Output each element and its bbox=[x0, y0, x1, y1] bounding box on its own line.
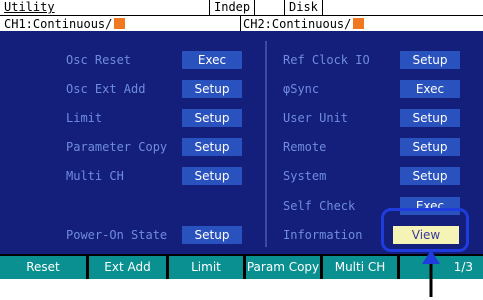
osc-ext-add-label: Osc Ext Add bbox=[66, 82, 146, 96]
ch2-status: CH2:Continuous/ bbox=[240, 16, 365, 32]
remote-setup-button[interactable]: Setup bbox=[400, 138, 460, 156]
limit-label: Limit bbox=[66, 111, 103, 125]
multi-ch-setup-button[interactable]: Setup bbox=[182, 167, 242, 185]
ch1-status-text: CH1:Continuous/ bbox=[4, 17, 113, 31]
softkey-bar: Reset Ext Add Limit Param Copy Multi CH … bbox=[0, 256, 483, 279]
pointer-arrow-icon bbox=[422, 250, 440, 297]
parameter-copy-setup-button[interactable]: Setup bbox=[182, 138, 242, 156]
osc-ext-add-setup-button[interactable]: Setup bbox=[182, 80, 242, 98]
title-bar: Utility Indep Disk bbox=[0, 0, 483, 15]
softkey-limit[interactable]: Limit bbox=[169, 256, 243, 279]
highlight-ring bbox=[381, 208, 469, 252]
user-unit-label: User Unit bbox=[283, 111, 349, 125]
channel-status-bar: CH1:Continuous/ CH2:Continuous/ bbox=[0, 15, 483, 32]
softkey-reset[interactable]: Reset bbox=[0, 256, 86, 279]
osc-reset-label: Osc Reset bbox=[66, 53, 132, 67]
phi-sync-label: φSync bbox=[283, 82, 320, 96]
osc-reset-exec-button[interactable]: Exec bbox=[182, 51, 242, 69]
power-on-state-label: Power-On State bbox=[66, 228, 168, 242]
ref-clock-io-setup-button[interactable]: Setup bbox=[400, 51, 460, 69]
column-divider bbox=[265, 41, 267, 247]
softkey-param-copy[interactable]: Param Copy bbox=[246, 256, 320, 279]
page-title: Utility bbox=[4, 0, 55, 14]
information-label: Information bbox=[283, 228, 363, 242]
power-on-state-setup-button[interactable]: Setup bbox=[182, 226, 242, 244]
ch1-indicator bbox=[114, 18, 126, 29]
ch2-status-text: CH2:Continuous/ bbox=[243, 17, 352, 31]
limit-setup-button[interactable]: Setup bbox=[182, 109, 242, 127]
self-check-label: Self Check bbox=[283, 199, 356, 213]
softkey-multi-ch[interactable]: Multi CH bbox=[323, 256, 397, 279]
softkey-ext-add[interactable]: Ext Add bbox=[89, 256, 166, 279]
parameter-copy-label: Parameter Copy bbox=[66, 140, 168, 154]
system-setup-button[interactable]: Setup bbox=[400, 167, 460, 185]
ref-clock-io-label: Ref Clock IO bbox=[283, 53, 370, 67]
tab-indep[interactable]: Indep bbox=[209, 0, 256, 15]
user-unit-setup-button[interactable]: Setup bbox=[400, 109, 460, 127]
phi-sync-exec-button[interactable]: Exec bbox=[400, 80, 460, 98]
remote-label: Remote bbox=[283, 140, 327, 154]
ch2-indicator bbox=[353, 18, 365, 29]
system-label: System bbox=[283, 169, 327, 183]
tab-disk[interactable]: Disk bbox=[284, 0, 323, 15]
ch1-status: CH1:Continuous/ bbox=[4, 16, 126, 32]
multi-ch-label: Multi CH bbox=[66, 169, 124, 183]
